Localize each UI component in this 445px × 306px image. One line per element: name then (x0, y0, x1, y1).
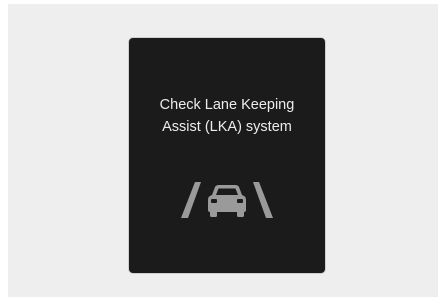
warning-message-line-2: Assist (LKA) system (162, 119, 292, 135)
lane-keeping-assist-icon (181, 182, 273, 218)
cluster-warning-display: Check Lane Keeping Assist (LKA) system (129, 38, 325, 273)
warning-message-line-1: Check Lane Keeping (159, 97, 295, 113)
warning-message: Check Lane Keeping Assist (LKA) system (129, 94, 325, 138)
